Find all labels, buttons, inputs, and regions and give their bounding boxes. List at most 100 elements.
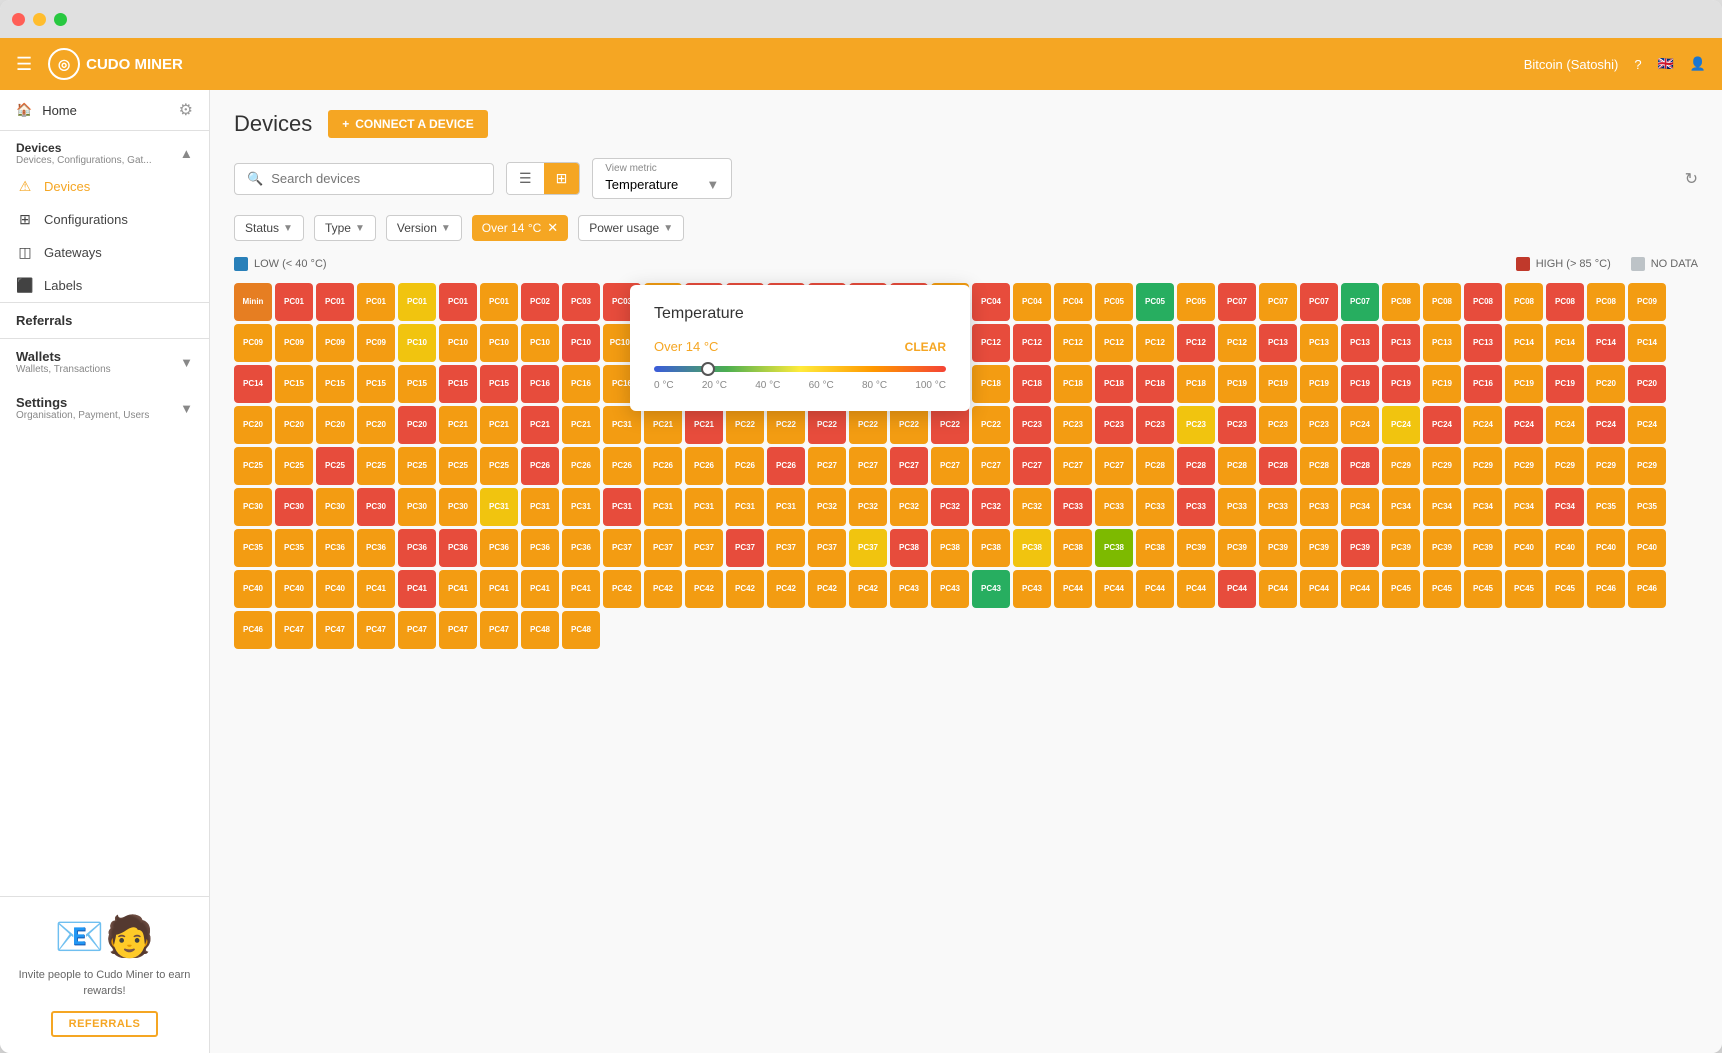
device-tile[interactable]: PC10	[398, 324, 436, 362]
device-tile[interactable]: PC07	[1218, 283, 1256, 321]
device-tile[interactable]: PC24	[1505, 406, 1543, 444]
device-tile[interactable]: PC43	[931, 570, 969, 608]
device-tile[interactable]: PC34	[1505, 488, 1543, 526]
help-icon[interactable]: ?	[1634, 57, 1641, 72]
device-tile[interactable]: PC26	[562, 447, 600, 485]
device-tile[interactable]: PC39	[1382, 529, 1420, 567]
device-tile[interactable]: PC31	[603, 488, 641, 526]
device-tile[interactable]: PC19	[1300, 365, 1338, 403]
device-tile[interactable]: PC44	[1259, 570, 1297, 608]
device-tile[interactable]: PC14	[1505, 324, 1543, 362]
device-tile[interactable]: PC29	[1628, 447, 1666, 485]
device-tile[interactable]: PC40	[275, 570, 313, 608]
device-tile[interactable]: PC24	[1464, 406, 1502, 444]
minimize-button[interactable]	[33, 13, 46, 26]
device-tile[interactable]: PC15	[398, 365, 436, 403]
device-tile[interactable]: PC08	[1587, 283, 1625, 321]
device-tile[interactable]: PC14	[234, 365, 272, 403]
close-filter-icon[interactable]: ✕	[547, 220, 558, 236]
device-tile[interactable]: PC38	[1013, 529, 1051, 567]
device-tile[interactable]: PC12	[1054, 324, 1092, 362]
device-tile[interactable]: PC32	[890, 488, 928, 526]
device-tile[interactable]: PC37	[767, 529, 805, 567]
device-tile[interactable]: PC39	[1218, 529, 1256, 567]
device-tile[interactable]: PC05	[1095, 283, 1133, 321]
device-tile[interactable]: PC47	[316, 611, 354, 649]
device-tile[interactable]: PC30	[398, 488, 436, 526]
sidebar-item-referrals[interactable]: Referrals	[0, 302, 209, 339]
device-tile[interactable]: PC34	[1341, 488, 1379, 526]
device-tile[interactable]: PC31	[521, 488, 559, 526]
device-tile[interactable]: PC24	[1341, 406, 1379, 444]
device-tile[interactable]: PC38	[1054, 529, 1092, 567]
device-tile[interactable]: PC26	[685, 447, 723, 485]
device-tile[interactable]: PC30	[439, 488, 477, 526]
device-tile[interactable]: PC28	[1136, 447, 1174, 485]
close-button[interactable]	[12, 13, 25, 26]
device-tile[interactable]: PC34	[1423, 488, 1461, 526]
device-tile[interactable]: PC29	[1505, 447, 1543, 485]
device-tile[interactable]: PC25	[234, 447, 272, 485]
device-tile[interactable]: PC08	[1423, 283, 1461, 321]
device-tile[interactable]: PC15	[480, 365, 518, 403]
device-tile[interactable]: PC13	[1300, 324, 1338, 362]
temp-clear-button[interactable]: CLEAR	[905, 340, 946, 354]
device-tile[interactable]: PC21	[685, 406, 723, 444]
device-tile[interactable]: PC32	[849, 488, 887, 526]
device-tile[interactable]: PC39	[1259, 529, 1297, 567]
device-tile[interactable]: PC09	[234, 324, 272, 362]
device-tile[interactable]: PC27	[931, 447, 969, 485]
device-tile[interactable]: PC01	[480, 283, 518, 321]
device-tile[interactable]: PC16	[1464, 365, 1502, 403]
device-tile[interactable]: PC23	[1095, 406, 1133, 444]
device-tile[interactable]: PC34	[1464, 488, 1502, 526]
device-tile[interactable]: PC32	[1013, 488, 1051, 526]
device-tile[interactable]: PC36	[316, 529, 354, 567]
grid-view-button[interactable]: ⊞	[544, 163, 580, 194]
device-tile[interactable]: PC46	[234, 611, 272, 649]
device-tile[interactable]: PC47	[398, 611, 436, 649]
device-tile[interactable]: PC36	[480, 529, 518, 567]
device-tile[interactable]: PC13	[1464, 324, 1502, 362]
device-tile[interactable]: PC33	[1095, 488, 1133, 526]
device-tile[interactable]: PC42	[685, 570, 723, 608]
device-tile[interactable]: PC39	[1464, 529, 1502, 567]
device-tile[interactable]: PC41	[357, 570, 395, 608]
device-tile[interactable]: PC38	[931, 529, 969, 567]
device-tile[interactable]: PC02	[521, 283, 559, 321]
device-tile[interactable]: PC19	[1341, 365, 1379, 403]
device-tile[interactable]: PC45	[1546, 570, 1584, 608]
device-tile[interactable]: PC14	[1546, 324, 1584, 362]
device-tile[interactable]: PC42	[849, 570, 887, 608]
device-tile[interactable]: PC25	[316, 447, 354, 485]
device-tile[interactable]: PC42	[644, 570, 682, 608]
device-tile[interactable]: PC04	[1054, 283, 1092, 321]
device-tile[interactable]: PC10	[439, 324, 477, 362]
device-tile[interactable]: PC42	[767, 570, 805, 608]
device-tile[interactable]: PC13	[1259, 324, 1297, 362]
device-tile[interactable]: PC45	[1382, 570, 1420, 608]
device-tile[interactable]: PC23	[1218, 406, 1256, 444]
device-tile[interactable]: PC08	[1464, 283, 1502, 321]
device-tile[interactable]: PC04	[972, 283, 1010, 321]
device-tile[interactable]: PC27	[849, 447, 887, 485]
version-filter[interactable]: Version ▼	[386, 215, 462, 241]
device-tile[interactable]: PC40	[316, 570, 354, 608]
device-tile[interactable]: PC40	[1505, 529, 1543, 567]
device-tile[interactable]: PC22	[767, 406, 805, 444]
device-tile[interactable]: PC44	[1341, 570, 1379, 608]
device-tile[interactable]: PC37	[726, 529, 764, 567]
device-tile[interactable]: PC43	[972, 570, 1010, 608]
device-tile[interactable]: PC10	[521, 324, 559, 362]
device-tile[interactable]: PC33	[1300, 488, 1338, 526]
sidebar-item-configurations[interactable]: ⊞ Configurations	[0, 203, 209, 236]
device-tile[interactable]: PC20	[234, 406, 272, 444]
device-tile[interactable]: PC47	[357, 611, 395, 649]
device-tile[interactable]: PC18	[1136, 365, 1174, 403]
device-tile[interactable]: PC35	[1587, 488, 1625, 526]
refresh-button[interactable]: ↻	[1685, 169, 1698, 189]
device-tile[interactable]: PC25	[480, 447, 518, 485]
device-tile[interactable]: PC18	[1177, 365, 1215, 403]
device-tile[interactable]: PC05	[1177, 283, 1215, 321]
device-tile[interactable]: PC29	[1382, 447, 1420, 485]
